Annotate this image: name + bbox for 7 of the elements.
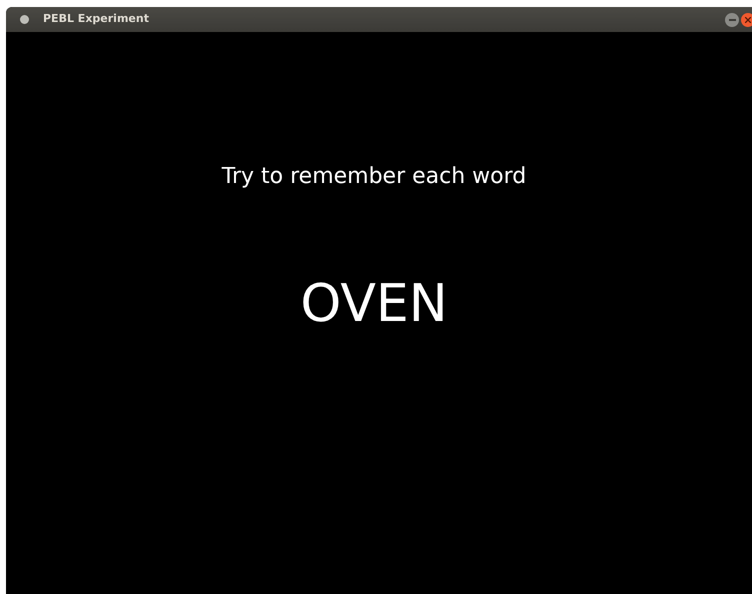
window-title: PEBL Experiment bbox=[43, 11, 149, 28]
close-button[interactable] bbox=[741, 12, 752, 26]
instruction-text: Try to remember each word bbox=[222, 163, 526, 191]
window-menu-icon[interactable] bbox=[20, 15, 29, 24]
minimize-button[interactable] bbox=[725, 12, 739, 26]
close-icon bbox=[745, 16, 751, 22]
stimulus-word: OVEN bbox=[300, 278, 448, 330]
